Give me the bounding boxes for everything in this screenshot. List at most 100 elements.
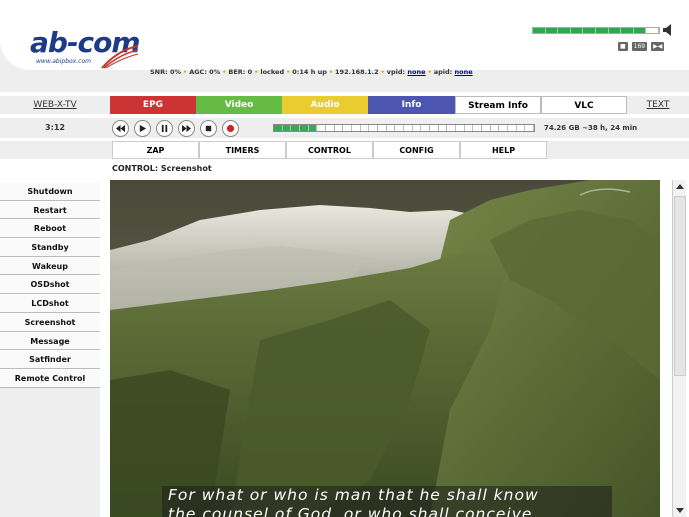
progress-segment: [430, 125, 439, 131]
progress-segment: [326, 125, 335, 131]
lock-status: locked: [260, 68, 285, 76]
scroll-down-icon[interactable]: [675, 505, 685, 515]
menu-webx-tv[interactable]: WEB-X-TV: [0, 96, 110, 114]
progress-segment: [387, 125, 396, 131]
menu-text[interactable]: TEXT: [627, 96, 689, 114]
submenu-control[interactable]: CONTROL: [286, 141, 373, 159]
speaker-icon[interactable]: [662, 23, 674, 37]
play-button[interactable]: [134, 120, 151, 137]
progress-segment: [413, 125, 422, 131]
volume-segment: [583, 28, 596, 33]
progress-segment: [525, 125, 535, 131]
progress-segment: [439, 125, 448, 131]
menu-video[interactable]: Video: [196, 96, 282, 114]
time-display: 3:12: [45, 123, 65, 132]
progress-segment: [343, 125, 353, 131]
menu-info[interactable]: Info: [368, 96, 455, 114]
status-line: SNR: 0% • AGC: 0% • BER: 0 • locked • 0:14 h up •…: [150, 68, 473, 76]
sidebar-item-wakeup[interactable]: Wakeup: [0, 256, 100, 276]
recording-progress-bar[interactable]: [273, 124, 535, 132]
vpid-link[interactable]: none: [407, 68, 425, 76]
progress-segment: [473, 125, 483, 131]
agc-value: AGC: 0%: [189, 68, 221, 76]
uptime: 0:14 h up: [292, 68, 327, 76]
ip-address: 192.168.1.2: [335, 68, 379, 76]
playback-buttons: [112, 120, 239, 137]
menu-vlc[interactable]: VLC: [541, 96, 627, 114]
apid-link[interactable]: none: [455, 68, 473, 76]
rewind-button[interactable]: [112, 120, 129, 137]
logo-swoosh-icon: [101, 45, 139, 69]
volume-bar[interactable]: [532, 27, 660, 34]
progress-segment: [404, 125, 413, 131]
main-menu: WEB-X-TV EPG Video Audio Info Stream Inf…: [0, 96, 689, 114]
sidebar-item-screenshot[interactable]: Screenshot: [0, 312, 100, 332]
volume-segment: [533, 28, 546, 33]
scrollbar[interactable]: [672, 180, 686, 517]
logo-url: www.abipbox.com: [36, 58, 91, 65]
sidebar-item-lcdshot[interactable]: LCDshot: [0, 294, 100, 313]
progress-segment: [421, 125, 431, 131]
sidebar-item-satfinder[interactable]: Satfinder: [0, 350, 100, 369]
apid-label: apid:: [433, 68, 453, 76]
rewind-icon: [116, 124, 125, 133]
progress-segment: [317, 125, 327, 131]
progress-segment: [361, 125, 370, 131]
sidebar-item-osdshot[interactable]: OSDshot: [0, 275, 100, 295]
progress-segment: [378, 125, 387, 131]
submenu-zap[interactable]: ZAP: [112, 141, 199, 159]
sidebar-item-shutdown[interactable]: Shutdown: [0, 182, 100, 201]
menu-epg[interactable]: EPG: [110, 96, 196, 114]
sidebar-item-reboot[interactable]: Reboot: [0, 219, 100, 239]
progress-segment: [282, 125, 292, 131]
volume-segment: [646, 28, 659, 33]
progress-segment: [517, 125, 526, 131]
control-sidebar: Shutdown Restart Reboot Standby Wakeup O…: [0, 182, 100, 517]
sidebar-item-remote-control[interactable]: Remote Control: [0, 368, 100, 388]
volume-segment: [558, 28, 571, 33]
record-button[interactable]: [222, 120, 239, 137]
stop-button[interactable]: [200, 120, 217, 137]
menu-audio[interactable]: Audio: [282, 96, 368, 114]
play-icon: [139, 124, 147, 133]
subtitle-line-2: the counsel of God, or who shall conceiv…: [168, 505, 533, 517]
mini-icons: ■ 169 ▶◀: [618, 42, 665, 51]
progress-segment: [308, 125, 318, 131]
submenu-help[interactable]: HELP: [460, 141, 547, 159]
sidebar-item-restart[interactable]: Restart: [0, 200, 100, 220]
sidebar-item-message[interactable]: Message: [0, 331, 100, 351]
pause-button[interactable]: [156, 120, 173, 137]
volume-segment: [570, 28, 584, 33]
aspect-icon[interactable]: ■: [618, 42, 628, 51]
volume-segment: [633, 28, 647, 33]
submenu-config[interactable]: CONFIG: [373, 141, 460, 159]
volume-segment: [608, 28, 622, 33]
progress-segment: [291, 125, 301, 131]
progress-segment: [447, 125, 457, 131]
vpid-label: vpid:: [386, 68, 406, 76]
snr-value: SNR: 0%: [150, 68, 182, 76]
progress-segment: [352, 125, 361, 131]
volume-segment: [545, 28, 559, 33]
progress-segment: [499, 125, 509, 131]
progress-segment: [482, 125, 491, 131]
progress-segment: [274, 125, 283, 131]
progress-segment: [491, 125, 500, 131]
playback-controls: 3:12 74.26 GB ~38 h, 24 min: [0, 118, 689, 138]
pause-icon: [161, 124, 168, 133]
progress-segment: [508, 125, 517, 131]
mute-icon[interactable]: 169: [631, 42, 648, 51]
submenu-timers[interactable]: TIMERS: [199, 141, 286, 159]
tv-screenshot: [110, 180, 660, 517]
fast-forward-button[interactable]: [178, 120, 195, 137]
mountain-scene: [110, 180, 660, 517]
scroll-up-icon[interactable]: [675, 182, 685, 192]
progress-segment: [465, 125, 474, 131]
scrollbar-thumb[interactable]: [674, 196, 686, 376]
menu-stream-info[interactable]: Stream Info: [455, 96, 541, 114]
subtitle-box: For what or who is man that he shall kno…: [162, 486, 612, 517]
volume-segment: [595, 28, 609, 33]
stereo-icon[interactable]: ▶◀: [651, 42, 665, 51]
sidebar-item-standby[interactable]: Standby: [0, 238, 100, 257]
header: ab-com www.abipbox.com SNR: 0% • AGC: 0% • B…: [0, 0, 689, 92]
